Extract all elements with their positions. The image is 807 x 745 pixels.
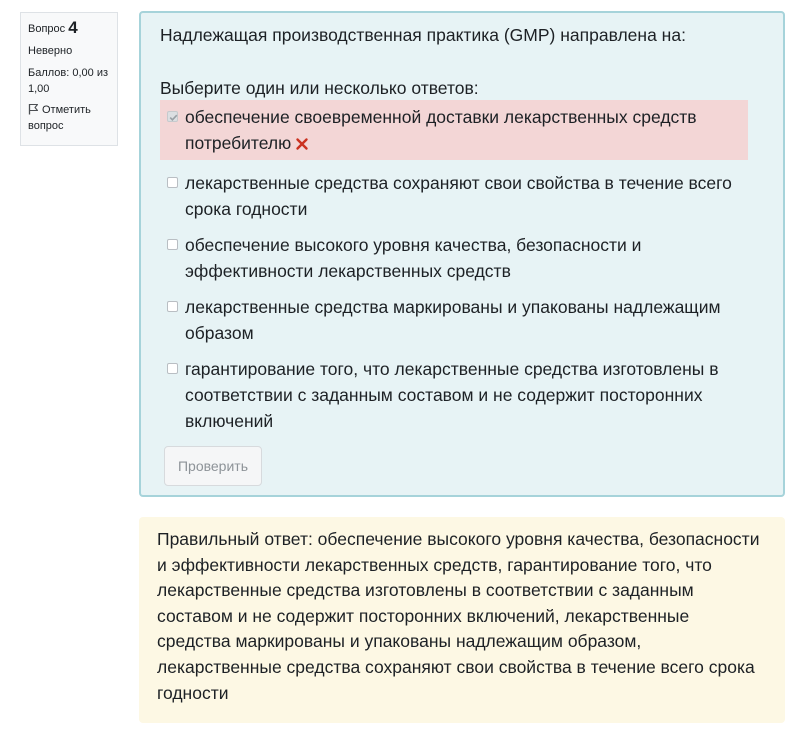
answer-checkbox-5[interactable] bbox=[167, 363, 178, 374]
check-button[interactable]: Проверить bbox=[164, 446, 262, 486]
flag-icon bbox=[28, 103, 39, 115]
answer-label-5: гарантирование того, что лекарственные с… bbox=[185, 359, 719, 431]
checkmark-icon bbox=[169, 114, 178, 121]
answer-checkbox-3[interactable] bbox=[167, 239, 178, 250]
answer-option-1[interactable]: обеспечение своевременной доставки лекар… bbox=[160, 100, 748, 160]
answer-option-5[interactable]: гарантирование того, что лекарственные с… bbox=[160, 352, 748, 438]
answer-prompt: Выберите один или несколько ответов: bbox=[160, 78, 479, 98]
question-state: Неверно bbox=[28, 45, 73, 57]
question-grade: Баллов: 0,00 из 1,00 bbox=[28, 67, 109, 95]
answer-option-4[interactable]: лекарственные средства маркированы и упа… bbox=[160, 290, 748, 350]
incorrect-cross-icon bbox=[296, 138, 308, 150]
answer-label-1: обеспечение своевременной доставки лекар… bbox=[185, 107, 697, 153]
answer-option-2[interactable]: лекарственные средства сохраняют свои св… bbox=[160, 166, 748, 226]
question-text: Надлежащая производственная практика (GM… bbox=[160, 25, 686, 45]
question-number-line: Вопрос 4 bbox=[28, 18, 110, 37]
right-answer-text: Правильный ответ: обеспечение высокого у… bbox=[157, 529, 760, 703]
question-info: Вопрос 4 Неверно Баллов: 0,00 из 1,00 От… bbox=[20, 12, 118, 146]
answer-checkbox-4[interactable] bbox=[167, 301, 178, 312]
answer-option-3[interactable]: обеспечение высокого уровня качества, бе… bbox=[160, 228, 748, 288]
answer-label-4: лекарственные средства маркированы и упа… bbox=[185, 297, 721, 343]
quiz-page: Вопрос 4 Неверно Баллов: 0,00 из 1,00 От… bbox=[0, 0, 807, 745]
answer-label-3: обеспечение высокого уровня качества, бе… bbox=[185, 235, 642, 281]
question-number: 4 bbox=[68, 18, 78, 37]
answer-label-2: лекарственные средства сохраняют свои св… bbox=[185, 173, 732, 219]
question-label: Вопрос bbox=[28, 23, 66, 35]
answer-checkbox-1[interactable] bbox=[167, 111, 178, 122]
flag-question-link[interactable]: Отметить вопрос bbox=[28, 102, 110, 134]
answer-checkbox-2[interactable] bbox=[167, 177, 178, 188]
question-box: Надлежащая производственная практика (GM… bbox=[139, 11, 785, 497]
feedback-box: Правильный ответ: обеспечение высокого у… bbox=[139, 517, 785, 723]
